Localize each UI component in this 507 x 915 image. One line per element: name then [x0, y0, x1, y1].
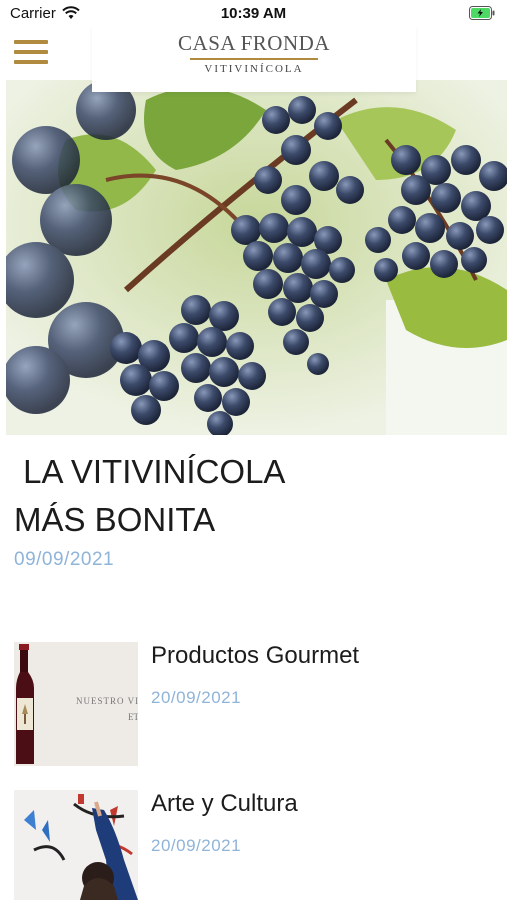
clock: 10:39 AM	[220, 5, 287, 22]
featured-article-title[interactable]: LA VITIVINÍCOLA MÁS BONITA	[14, 448, 285, 544]
hamburger-menu-icon[interactable]	[14, 40, 48, 66]
status-bar: Carrier 10:39 AM	[0, 0, 507, 28]
hero-image[interactable]	[6, 80, 507, 435]
list-item[interactable]: NUESTRO VI ET Productos Gourmet 20/09/20…	[14, 642, 494, 767]
logo-brand-name: CASA FRONDA	[178, 31, 330, 55]
thumb-caption-text-2: ET	[128, 712, 138, 722]
logo-subtitle: VITIVINÍCOLA	[204, 63, 304, 75]
list-item[interactable]: Arte y Cultura 20/09/2021	[14, 790, 494, 915]
thumb-caption-text: NUESTRO VI	[76, 696, 138, 706]
article-title[interactable]: Arte y Cultura	[151, 790, 298, 818]
article-date: 20/09/2021	[151, 688, 242, 707]
artist-painting-thumbnail[interactable]	[14, 790, 138, 900]
article-title[interactable]: Productos Gourmet	[151, 642, 359, 670]
featured-title-line-2: MÁS BONITA	[14, 501, 216, 538]
featured-title-line-1: LA VITIVINÍCOLA	[14, 453, 286, 490]
brand-logo[interactable]: CASA FRONDA VITIVINÍCOLA	[92, 26, 416, 92]
featured-article-date: 09/09/2021	[14, 549, 115, 570]
battery-charging-icon	[469, 6, 495, 25]
logo-divider	[190, 58, 318, 60]
wine-bottle-thumbnail[interactable]: NUESTRO VI ET	[14, 642, 138, 766]
article-date: 20/09/2021	[151, 836, 242, 855]
